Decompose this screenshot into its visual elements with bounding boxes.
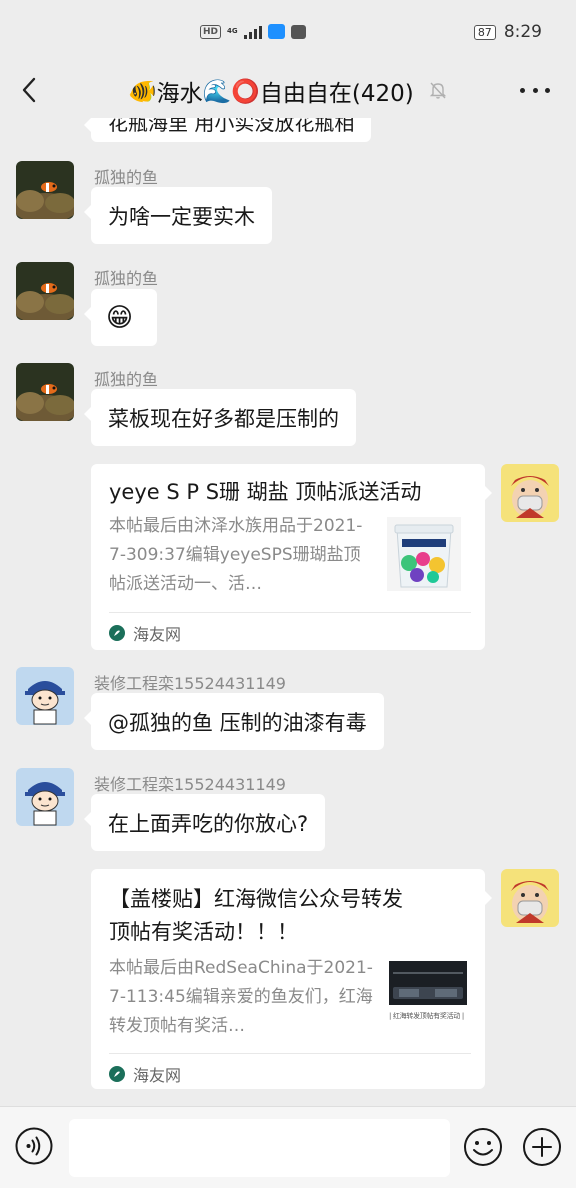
plus-icon[interactable] (522, 1127, 562, 1167)
avatar-decorator[interactable] (16, 768, 74, 826)
message-text: @孤独的鱼 压制的油漆有毒 (108, 710, 367, 735)
emoji-icon[interactable] (463, 1127, 503, 1167)
back-arrow-icon[interactable] (18, 74, 42, 106)
avatar-decorator[interactable] (16, 667, 74, 725)
avatar-self[interactable] (501, 869, 559, 927)
chat-title: 🐠 海水 🌊 ⭕ 自由自在(420) (128, 74, 414, 108)
site-logo-icon (109, 1066, 125, 1082)
card-source: 海友网 (109, 621, 181, 645)
avatar-self[interactable] (501, 464, 559, 522)
avatar-lonely-fish[interactable] (16, 161, 74, 219)
message-text: 菜板现在好多都是压制的 (108, 406, 339, 431)
input-bar (0, 1106, 576, 1188)
sender-name: 装修工程栾15524431149 (94, 674, 286, 693)
notification-app2-icon (290, 24, 306, 39)
bell-muted-icon (428, 80, 448, 100)
message-bubble[interactable]: 在上面弄吃的你放心? (83, 794, 326, 851)
card-divider (109, 612, 471, 613)
card-description: 本帖最后由沐泽水族用品于2021-7-309:37编辑yeyeSPS珊瑚盐顶帖派… (109, 516, 363, 594)
card-title-line2: 顶帖有奖活动！！！ (109, 920, 298, 944)
card-divider (109, 1053, 471, 1054)
message-bubble-partial[interactable]: 花瓶海里 用小实没放花瓶相 (83, 118, 372, 142)
more-dots-icon[interactable] (520, 78, 550, 102)
network-type: 4G (227, 27, 238, 35)
wave-emoji: 🌊 (202, 78, 232, 105)
message-bubble[interactable]: 😁 (84, 289, 157, 346)
status-icons: HD 4G (200, 24, 306, 39)
card-source: 海友网 (109, 1062, 181, 1086)
chat-header: 🐠 海水 🌊 ⭕ 自由自在(420) (0, 62, 576, 118)
message-text: 在上面弄吃的你放心? (108, 811, 309, 836)
grin-emoji: 😁 (106, 302, 134, 333)
voice-icon[interactable] (15, 1127, 53, 1165)
battery-icon: 87 (473, 24, 496, 40)
card-title-line1: 【盖楼贴】红海微信公众号转发 (109, 887, 403, 911)
card-thumbnail (387, 517, 461, 591)
status-right: 87 8:29 (473, 22, 542, 42)
clock: 8:29 (503, 22, 542, 42)
status-bar: HD 4G 87 8:29 (0, 0, 576, 62)
sender-name: 孤独的鱼 (94, 269, 159, 288)
card-title: yeye S P S珊 瑚盐 顶帖派送活动 (109, 480, 422, 504)
avatar-lonely-fish[interactable] (16, 363, 74, 421)
notification-app-icon (267, 24, 285, 39)
card-source-label: 海友网 (133, 1066, 182, 1085)
message-bubble[interactable]: 菜板现在好多都是压制的 (84, 389, 356, 446)
circle-emoji: ⭕ (231, 78, 260, 105)
title-part1: 海水 (156, 81, 203, 107)
card-source-label: 海友网 (133, 625, 182, 644)
message-bubble[interactable]: @孤独的鱼 压制的油漆有毒 (84, 693, 384, 750)
sender-name: 装修工程栾15524431149 (94, 775, 286, 794)
message-text: 花瓶海里 用小实没放花瓶相 (108, 118, 355, 135)
avatar-lonely-fish[interactable] (16, 262, 74, 320)
message-input[interactable] (69, 1119, 450, 1177)
thumb-caption: | 红海转发顶帖有奖活动 | (389, 1012, 464, 1020)
message-text: 为啥一定要实木 (108, 204, 255, 229)
link-card[interactable]: yeye S P S珊 瑚盐 顶帖派送活动 本帖最后由沐泽水族用品于2021-7… (91, 464, 492, 650)
message-bubble[interactable]: 为啥一定要实木 (84, 187, 272, 244)
signal-icon (243, 25, 262, 39)
title-part2: 自由自在(420) (259, 81, 414, 107)
site-logo-icon (109, 625, 125, 641)
sender-name: 孤独的鱼 (94, 370, 159, 389)
card-description: 本帖最后由RedSeaChina于2021-7-113:45编辑亲爱的鱼友们，红… (109, 958, 373, 1036)
fish-emoji: 🐠 (128, 78, 157, 105)
message-list[interactable]: 花瓶海里 用小实没放花瓶相 孤独的鱼 为啥一定要实木 孤独的鱼 😁 孤独的鱼 菜… (0, 118, 576, 1106)
hd-badge: HD (200, 24, 222, 39)
link-card[interactable]: 【盖楼贴】红海微信公众号转发 顶帖有奖活动！！！ 本帖最后由RedSeaChin… (91, 869, 492, 1089)
card-thumbnail: | 红海转发顶帖有奖活动 | (389, 961, 467, 1021)
sender-name: 孤独的鱼 (94, 168, 159, 187)
